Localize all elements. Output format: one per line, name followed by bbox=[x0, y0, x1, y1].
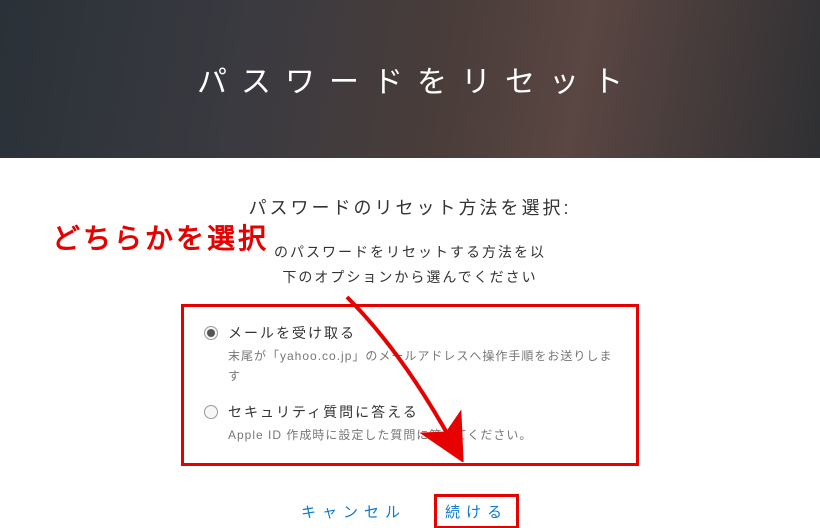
lead-line2: 下のオプションから選んでください bbox=[282, 269, 537, 285]
lead-text: のパスワードをリセットする方法を以 下のオプションから選んでください bbox=[274, 240, 546, 290]
option-security-questions[interactable]: セキュリティ質問に答える Apple ID 作成時に設定した質問に答えてください… bbox=[204, 402, 616, 445]
option-security-label: セキュリティ質問に答える bbox=[228, 404, 419, 420]
cancel-button[interactable]: キャンセル bbox=[301, 501, 406, 522]
option-security-desc: Apple ID 作成時に設定した質問に答えてください。 bbox=[228, 426, 616, 445]
lead-line1: のパスワードをリセットする方法を以 bbox=[274, 244, 546, 260]
hero-banner: パスワードをリセット bbox=[0, 0, 820, 158]
continue-button[interactable]: 続ける bbox=[445, 501, 508, 522]
main-content: パスワードのリセット方法を選択: のパスワードをリセットする方法を以 下のオプシ… bbox=[0, 158, 820, 528]
option-email[interactable]: メールを受け取る 末尾が「yahoo.co.jp」のメールアドレスへ操作手順をお… bbox=[204, 323, 616, 385]
button-row: キャンセル 続ける bbox=[301, 494, 519, 528]
option-email-desc: 末尾が「yahoo.co.jp」のメールアドレスへ操作手順をお送りします bbox=[228, 347, 616, 385]
radio-security-questions[interactable] bbox=[204, 405, 218, 419]
subtitle: パスワードのリセット方法を選択: bbox=[249, 194, 572, 220]
page-title: パスワードをリセット bbox=[183, 57, 637, 101]
continue-highlight: 続ける bbox=[434, 494, 519, 528]
option-email-label: メールを受け取る bbox=[228, 325, 356, 341]
radio-email[interactable] bbox=[204, 326, 218, 340]
reset-options: メールを受け取る 末尾が「yahoo.co.jp」のメールアドレスへ操作手順をお… bbox=[181, 304, 639, 466]
